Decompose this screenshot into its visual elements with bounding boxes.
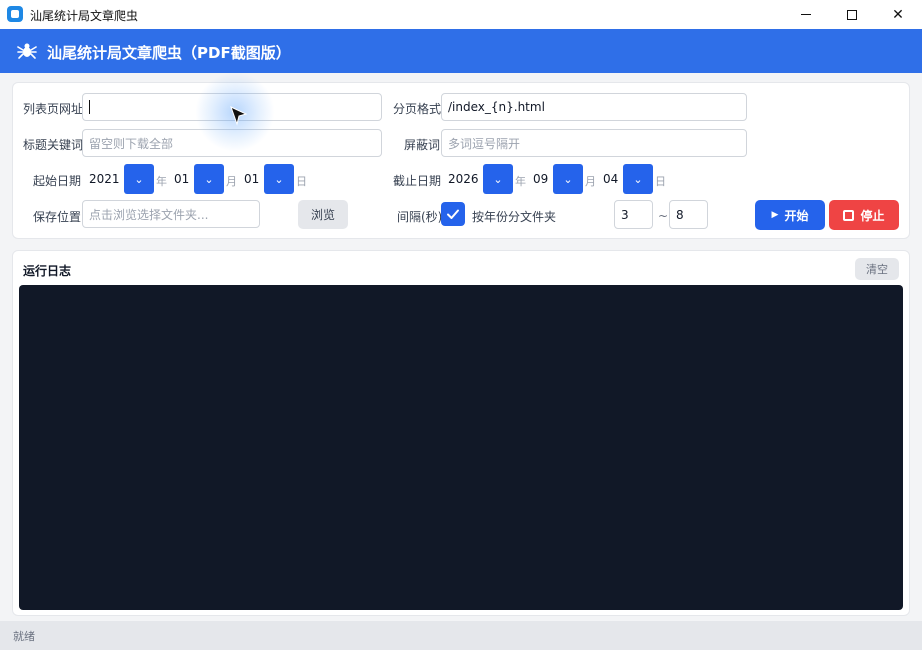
keyword-label: 标题关键词 — [23, 138, 84, 152]
end-date-label: 截止日期 — [393, 174, 442, 188]
year-unit: 年 — [156, 175, 167, 188]
by-year-label[interactable]: 按年份分文件夹 — [472, 208, 556, 225]
stop-icon — [843, 209, 855, 221]
text-caret — [89, 100, 90, 114]
month-unit: 月 — [585, 175, 596, 188]
save-location-label: 保存位置 — [33, 210, 82, 224]
end-year-dropdown[interactable]: ⌄ — [483, 164, 513, 194]
browse-button[interactable]: 浏览 — [298, 200, 348, 229]
app-title: 汕尾统计局文章爬虫（PDF截图版） — [47, 44, 291, 62]
start-year-dropdown[interactable]: ⌄ — [124, 164, 154, 194]
window-titlebar: 汕尾统计局文章爬虫 ✕ — [0, 0, 922, 29]
day-unit: 日 — [296, 175, 307, 188]
stop-button[interactable]: 停止 — [829, 200, 899, 230]
month-unit: 月 — [226, 175, 237, 188]
interval-separator: ~ — [658, 209, 669, 223]
list-url-label: 列表页网址 — [23, 102, 84, 116]
end-month-value[interactable]: 09 — [533, 172, 548, 186]
chevron-down-icon: ⌄ — [134, 172, 144, 186]
end-year-value[interactable]: 2026 — [448, 172, 479, 186]
close-icon: ✕ — [892, 6, 904, 23]
log-console[interactable] — [19, 285, 903, 610]
start-button[interactable]: ▶ 开始 — [755, 200, 825, 230]
log-title: 运行日志 — [23, 264, 72, 278]
end-month-dropdown[interactable]: ⌄ — [553, 164, 583, 194]
window-title: 汕尾统计局文章爬虫 — [30, 9, 139, 23]
start-button-label: 开始 — [784, 208, 809, 223]
mouse-pointer-icon — [230, 106, 248, 126]
chevron-down-icon: ⌄ — [493, 172, 503, 186]
block-words-input[interactable]: 多词逗号隔开 — [441, 129, 747, 157]
save-location-input[interactable]: 点击浏览选择文件夹... — [82, 200, 260, 228]
chevron-down-icon: ⌄ — [563, 172, 573, 186]
day-unit: 日 — [655, 175, 666, 188]
start-day-dropdown[interactable]: ⌄ — [264, 164, 294, 194]
start-date-label: 起始日期 — [33, 174, 82, 188]
interval-min-input[interactable]: 3 — [614, 200, 653, 229]
chevron-down-icon: ⌄ — [274, 172, 284, 186]
status-text: 就绪 — [13, 630, 35, 643]
start-month-value[interactable]: 01 — [174, 172, 189, 186]
page-format-input[interactable]: /index_{n}.html — [441, 93, 747, 121]
start-year-value[interactable]: 2021 — [89, 172, 120, 186]
maximize-icon — [847, 9, 857, 20]
page-format-label: 分页格式 — [393, 102, 442, 116]
status-bar: 就绪 — [0, 621, 922, 650]
interval-label: 间隔(秒) — [397, 210, 443, 224]
stop-button-label: 停止 — [860, 208, 885, 223]
end-day-dropdown[interactable]: ⌄ — [623, 164, 653, 194]
chevron-down-icon: ⌄ — [204, 172, 214, 186]
play-icon: ▶ — [771, 210, 779, 220]
checkmark-icon — [447, 209, 459, 219]
end-day-value[interactable]: 04 — [603, 172, 618, 186]
clear-log-button[interactable]: 清空 — [855, 258, 899, 280]
start-month-dropdown[interactable]: ⌄ — [194, 164, 224, 194]
maximize-button[interactable] — [829, 0, 875, 29]
spider-icon — [17, 43, 37, 59]
app-header: 汕尾统计局文章爬虫（PDF截图版） — [0, 29, 922, 73]
year-unit: 年 — [515, 175, 526, 188]
start-day-value[interactable]: 01 — [244, 172, 259, 186]
chevron-down-icon: ⌄ — [633, 172, 643, 186]
minimize-button[interactable] — [783, 0, 829, 29]
block-words-label: 屏蔽词 — [404, 138, 441, 152]
interval-max-input[interactable]: 8 — [669, 200, 708, 229]
close-button[interactable]: ✕ — [875, 0, 921, 29]
app-icon — [7, 6, 23, 22]
by-year-checkbox[interactable] — [441, 202, 465, 226]
minimize-icon — [801, 14, 811, 15]
